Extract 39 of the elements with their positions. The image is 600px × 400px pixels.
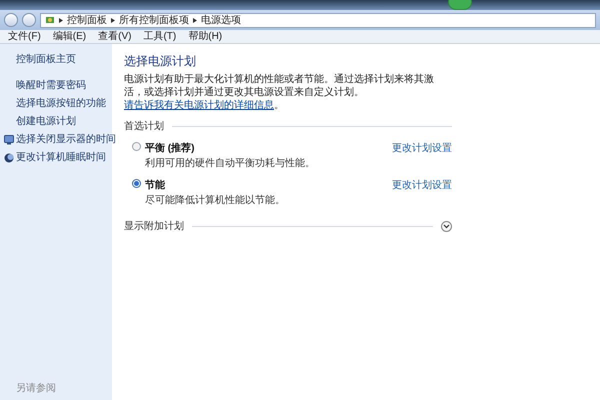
sidebar-link[interactable]: 选择关闭显示器的时间 <box>16 132 116 147</box>
sidebar-link[interactable]: 创建电源计划 <box>16 114 76 129</box>
chevron-icon <box>443 224 450 229</box>
details-link[interactable]: 请告诉我有关电源计划的详细信息 <box>124 100 274 111</box>
address-field[interactable]: 控制面板 所有控制面板项 电源选项 <box>40 12 596 28</box>
moon-icon <box>4 152 14 162</box>
plan-description: 利用可用的硬件自动平衡功耗与性能。 <box>145 156 316 171</box>
monitor-icon <box>4 134 14 144</box>
see-also-heading: 另请参阅 <box>15 382 57 396</box>
more-plans-label[interactable]: 显示附加计划 <box>124 219 184 234</box>
group-heading: 首选计划 <box>124 120 164 134</box>
plan-name: 平衡 (推荐) <box>145 142 196 156</box>
sidebar-link[interactable]: 更改计算机睡眠时间 <box>16 150 106 165</box>
plan-name: 节能 <box>145 178 166 193</box>
control-panel-icon <box>45 15 55 25</box>
menu-item[interactable]: 编辑(E) <box>52 29 86 44</box>
breadcrumb[interactable]: 控制面板 <box>67 12 107 28</box>
forward-button[interactable] <box>22 13 36 27</box>
menu-item[interactable]: 文件(F) <box>8 29 41 44</box>
menu-item[interactable]: 工具(T) <box>143 29 176 44</box>
chevron-icon <box>111 18 115 22</box>
change-settings-link[interactable]: 更改计划设置 <box>392 141 452 156</box>
breadcrumb[interactable]: 电源选项 <box>201 12 241 28</box>
plan-description: 尽可能降低计算机性能以节能。 <box>145 194 286 208</box>
breadcrumb[interactable]: 所有控制面板项 <box>119 12 189 28</box>
menu-item[interactable]: 查看(V) <box>98 29 132 44</box>
intro-text: 电源计划有助于最大化计算机的性能或者节能。通过选择计划来将其激活，或选择计划并通过更改其电源设置来自定义计划。 请告诉我有关电源计划的详细信息。 <box>124 73 435 112</box>
radio-button[interactable] <box>132 179 141 188</box>
sidebar-link[interactable]: 选择电源按钮的功能 <box>16 96 106 111</box>
expand-button[interactable] <box>441 221 452 232</box>
change-settings-link[interactable]: 更改计划设置 <box>392 178 452 193</box>
back-button[interactable] <box>4 13 18 27</box>
menu-item[interactable]: 帮助(H) <box>188 29 222 44</box>
sidebar-link[interactable]: 唤醒时需要密码 <box>16 78 86 93</box>
chevron-icon <box>59 18 63 22</box>
sidebar-link[interactable]: 控制面板主页 <box>16 52 76 67</box>
chevron-icon <box>193 18 197 22</box>
radio-button[interactable] <box>132 142 141 151</box>
page-title: 选择电源计划 <box>124 53 197 70</box>
